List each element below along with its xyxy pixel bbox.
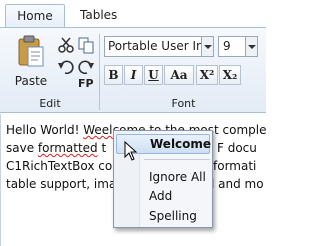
paste-label: Paste: [14, 74, 48, 88]
menu-separator: [144, 159, 210, 160]
undo-icon[interactable]: [57, 58, 75, 76]
tab-tables[interactable]: Tables: [70, 4, 127, 28]
text-line-tail: formati: [213, 159, 257, 173]
edit-group-label: Edit: [39, 97, 61, 110]
redo-icon[interactable]: [77, 58, 95, 76]
font-family-select[interactable]: Portable User Ir: [104, 36, 214, 57]
text-line: C1RichTextBox co: [6, 159, 113, 173]
font-group-label: Font: [171, 97, 196, 110]
chevron-down-icon[interactable]: [201, 37, 213, 56]
cut-icon[interactable]: [57, 36, 75, 54]
ribbon-panel: Paste FP Portable User Ir 9 B I U Aa X² …: [0, 27, 266, 113]
change-case-button[interactable]: Aa: [164, 65, 194, 85]
bold-button[interactable]: B: [104, 65, 123, 85]
paste-icon: [18, 35, 44, 67]
add-item[interactable]: Add: [116, 186, 210, 206]
tab-home[interactable]: Home: [5, 4, 65, 28]
text-line: save formatted t: [6, 141, 107, 155]
font-size-value: 9: [223, 39, 231, 53]
chevron-down-icon[interactable]: [245, 37, 257, 56]
ignore-all-item[interactable]: Ignore All: [116, 167, 210, 187]
text-line: table support, ima: [6, 177, 117, 191]
mouse-cursor-icon: [124, 141, 138, 161]
text-line-tail: F docu: [217, 141, 257, 155]
subscript-button[interactable]: X₂: [219, 65, 241, 85]
font-family-value: Portable User Ir: [108, 39, 201, 53]
font-size-select[interactable]: 9: [218, 36, 258, 57]
misspelled-word[interactable]: formatted: [38, 141, 98, 155]
text-line-tail: l and mo: [211, 177, 264, 191]
superscript-button[interactable]: X²: [196, 65, 218, 85]
ribbon-tab-bar: Home Tables: [0, 0, 266, 28]
copy-icon[interactable]: [77, 36, 95, 54]
italic-button[interactable]: I: [124, 65, 143, 85]
underline-button[interactable]: U: [144, 65, 163, 85]
paste-button[interactable]: Paste: [8, 34, 54, 92]
spelling-item[interactable]: Spelling: [116, 206, 210, 226]
format-painter-button[interactable]: FP: [78, 77, 94, 90]
